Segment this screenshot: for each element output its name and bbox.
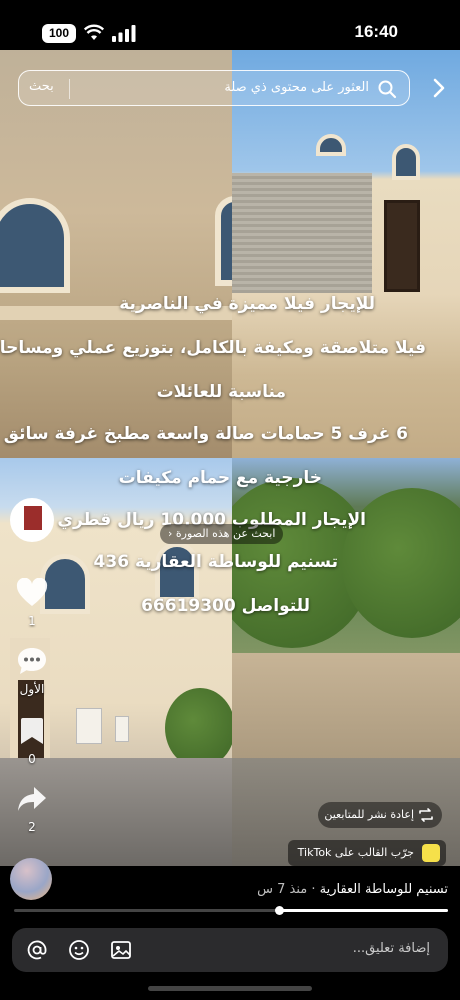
share-arrow-icon	[18, 787, 46, 811]
post-time: منذ 7 س	[257, 882, 308, 897]
caption-line: تسنيم للوساطة العقارية 436	[93, 552, 338, 572]
caption-line: للإيجار فيلا مميزة في الناصرية	[119, 294, 375, 314]
save-button[interactable]: 0	[12, 716, 52, 766]
bookmark-icon	[21, 718, 43, 744]
heart-icon	[16, 577, 48, 606]
emoji-icon[interactable]	[68, 939, 90, 961]
find-image-label: ابحث عن هذه الصورة	[175, 527, 276, 540]
share-button[interactable]: 2	[12, 784, 52, 834]
template-icon	[422, 844, 440, 862]
home-indicator	[148, 986, 312, 991]
caption-line: مناسبة للعائلات	[156, 382, 286, 402]
search-icon	[378, 80, 397, 99]
share-count: 2	[28, 820, 36, 834]
comment-button[interactable]: الأول	[12, 646, 52, 696]
progress-handle[interactable]	[275, 906, 284, 915]
brand-logo-icon	[24, 506, 42, 530]
at-icon[interactable]	[26, 939, 48, 961]
comment-bubble-icon	[18, 648, 46, 674]
status-bar: 100 16:40	[0, 0, 460, 50]
caption-line: فيلا متلاصقة ومكيفة بالكامل، بتوزيع عملي…	[0, 338, 426, 358]
post-meta: تسنيم للوساطة العقارية · منذ 7 س	[257, 882, 448, 897]
comment-input[interactable]: إضافة تعليق...	[353, 941, 430, 956]
search-input[interactable]: العثور على محتوى ذي صلة	[224, 80, 369, 95]
author-name[interactable]: تسنيم للوساطة العقارية	[320, 882, 448, 897]
like-count: 1	[28, 614, 36, 628]
search-divider	[69, 79, 70, 99]
caption-line: خارجية مع حمام مكيفات	[118, 468, 322, 488]
search-button[interactable]: بحث	[29, 79, 54, 94]
comment-count: الأول	[19, 682, 45, 696]
try-template-button[interactable]: جرّب القالب على TikTok	[288, 840, 446, 866]
comment-input-bar[interactable]: إضافة تعليق...	[12, 928, 448, 972]
video-progress-bar[interactable]	[14, 906, 448, 915]
music-disc-avatar[interactable]	[10, 858, 52, 900]
find-image-button[interactable]: ابحث عن هذه الصورة ‹	[160, 524, 284, 544]
caption-line: 6 غرف 5 حمامات صالة واسعة مطبخ غرفة سائق	[3, 424, 408, 444]
author-avatar[interactable]	[10, 498, 54, 542]
like-button[interactable]: 1	[12, 577, 52, 628]
battery-indicator: 100	[42, 24, 76, 43]
repost-label: إعادة نشر للمتابعين	[324, 808, 414, 821]
cellular-signal-icon	[112, 25, 136, 42]
post-image[interactable]	[0, 48, 460, 866]
chevron-right-icon[interactable]	[432, 77, 446, 99]
image-icon[interactable]	[110, 939, 132, 961]
repost-icon	[419, 808, 433, 822]
chevron-left-icon: ‹	[168, 527, 173, 540]
save-count: 0	[28, 752, 36, 766]
meta-separator: ·	[307, 882, 320, 897]
wifi-icon	[84, 24, 104, 40]
status-time: 16:40	[354, 22, 398, 41]
progress-fill	[279, 909, 448, 912]
search-bar[interactable]: بحث العثور على محتوى ذي صلة	[18, 70, 410, 106]
template-label: جرّب القالب على TikTok	[297, 846, 414, 859]
repost-button[interactable]: إعادة نشر للمتابعين	[318, 802, 442, 828]
caption-line: للتواصل 66619300	[141, 596, 310, 616]
